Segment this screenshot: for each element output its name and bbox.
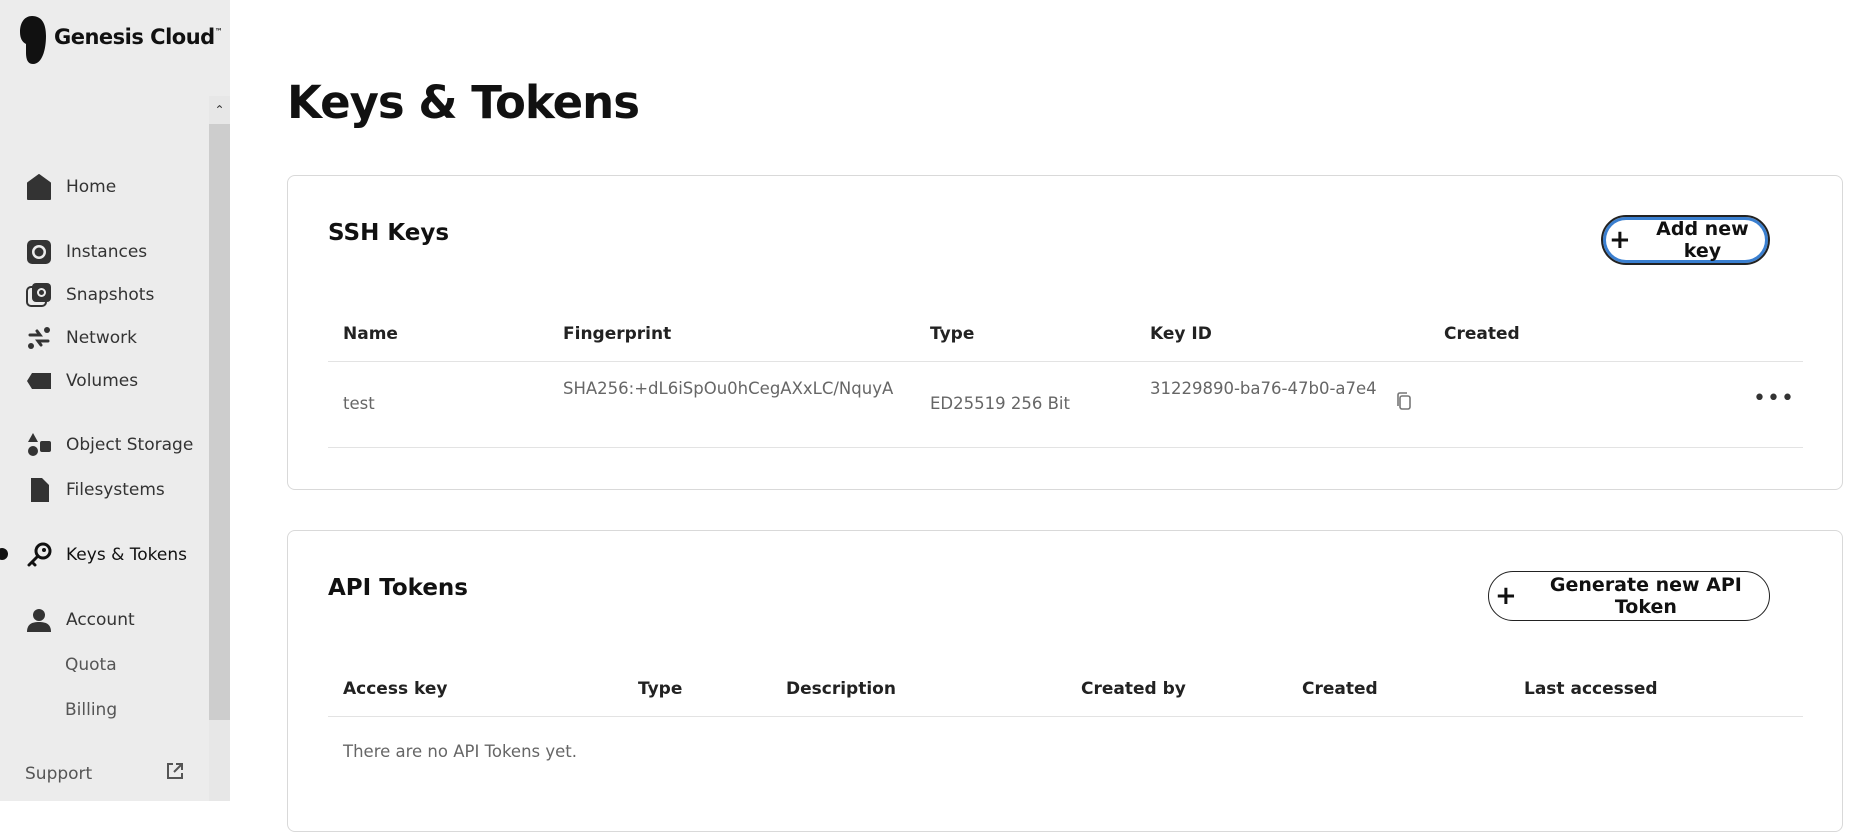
sidebar-item-account[interactable]: Account	[24, 605, 135, 635]
generate-api-token-button[interactable]: + Generate new API Token	[1488, 571, 1770, 621]
sidebar: Genesis Cloud™ ⌃ Home Instances Snapshot…	[0, 0, 230, 801]
sidebar-item-label: Keys & Tokens	[66, 545, 187, 565]
sidebar-item-label: Object Storage	[66, 435, 194, 455]
sidebar-item-label: Snapshots	[66, 285, 155, 305]
column-header-key-id: Key ID	[1150, 324, 1212, 344]
sidebar-item-instances[interactable]: Instances	[24, 237, 147, 267]
snapshots-icon	[24, 280, 54, 310]
column-header-access-key: Access key	[343, 679, 448, 699]
sidebar-item-label: Account	[66, 610, 135, 630]
sidebar-item-network[interactable]: Network	[24, 323, 137, 353]
sidebar-item-object-storage[interactable]: Object Storage	[24, 430, 193, 460]
external-link-icon	[165, 761, 185, 786]
support-label: Support	[25, 763, 93, 784]
column-header-created-by: Created by	[1081, 679, 1186, 699]
brand-name: Genesis Cloud™	[54, 25, 223, 49]
sidebar-item-label: Home	[66, 177, 117, 197]
sidebar-item-label: Quota	[65, 655, 117, 675]
copy-icon[interactable]	[1396, 392, 1412, 415]
sidebar-item-label: Network	[66, 328, 137, 348]
row-divider	[328, 447, 1803, 448]
user-icon	[24, 605, 54, 635]
plus-icon: +	[1495, 581, 1517, 611]
support-link[interactable]: Support	[25, 761, 185, 786]
sidebar-scrollbar[interactable]: ⌃	[209, 96, 230, 801]
ssh-keys-card: SSH Keys + Add new key Name Fingerprint …	[287, 175, 1843, 490]
more-options-icon[interactable]: •••	[1753, 386, 1795, 411]
sidebar-item-keys-tokens[interactable]: Keys & Tokens	[24, 540, 187, 570]
sidebar-item-label: Instances	[66, 242, 148, 262]
instances-icon	[24, 237, 54, 267]
sidebar-item-label: Filesystems	[66, 480, 165, 500]
header-divider	[328, 716, 1803, 717]
filesystems-icon	[24, 475, 54, 505]
active-indicator	[0, 548, 8, 560]
sidebar-item-filesystems[interactable]: Filesystems	[24, 475, 165, 505]
column-header-fingerprint: Fingerprint	[563, 324, 672, 344]
sidebar-item-label: Billing	[65, 700, 118, 720]
sidebar-item-snapshots[interactable]: Snapshots	[24, 280, 154, 310]
plus-icon: +	[1609, 225, 1631, 255]
column-header-created: Created	[1302, 679, 1378, 699]
column-header-type: Type	[930, 324, 975, 344]
sidebar-item-billing[interactable]: Billing	[65, 695, 117, 725]
ssh-keys-title: SSH Keys	[328, 220, 450, 246]
network-icon	[24, 323, 54, 353]
object-storage-icon	[24, 430, 54, 460]
sidebar-item-volumes[interactable]: Volumes	[24, 366, 138, 396]
sidebar-item-label: Volumes	[66, 371, 139, 391]
add-new-key-label: Add new key	[1656, 218, 1749, 262]
api-tokens-card: API Tokens + Generate new API Token Acce…	[287, 530, 1843, 832]
key-icon	[24, 540, 54, 570]
genesis-cloud-logo-icon	[20, 16, 46, 64]
sidebar-item-home[interactable]: Home	[24, 172, 116, 202]
key-fingerprint: SHA256:+dL6iSpOu0hCegAXxLC/NquyA	[563, 379, 894, 398]
api-tokens-title: API Tokens	[328, 575, 468, 601]
add-new-key-button[interactable]: + Add new key	[1601, 215, 1770, 265]
key-type: ED25519 256 Bit	[930, 394, 1070, 413]
key-id: 31229890-ba76-47b0-a7e4	[1150, 379, 1377, 398]
column-header-created: Created	[1444, 324, 1520, 344]
sidebar-item-quota[interactable]: Quota	[65, 650, 117, 680]
column-header-last-accessed: Last accessed	[1524, 679, 1658, 699]
key-name: test	[343, 394, 375, 413]
column-header-type: Type	[638, 679, 683, 699]
header-divider	[328, 361, 1803, 362]
empty-state-text: There are no API Tokens yet.	[343, 742, 577, 761]
brand-logo[interactable]: Genesis Cloud™	[20, 14, 223, 66]
scrollbar-thumb[interactable]	[209, 124, 230, 720]
column-header-description: Description	[786, 679, 896, 699]
generate-api-token-label: Generate new API Token	[1549, 574, 1742, 618]
home-icon	[24, 172, 54, 202]
page-title: Keys & Tokens	[287, 76, 640, 129]
volumes-icon	[24, 366, 54, 396]
scroll-up-icon[interactable]: ⌃	[209, 102, 230, 118]
column-header-name: Name	[343, 324, 398, 344]
